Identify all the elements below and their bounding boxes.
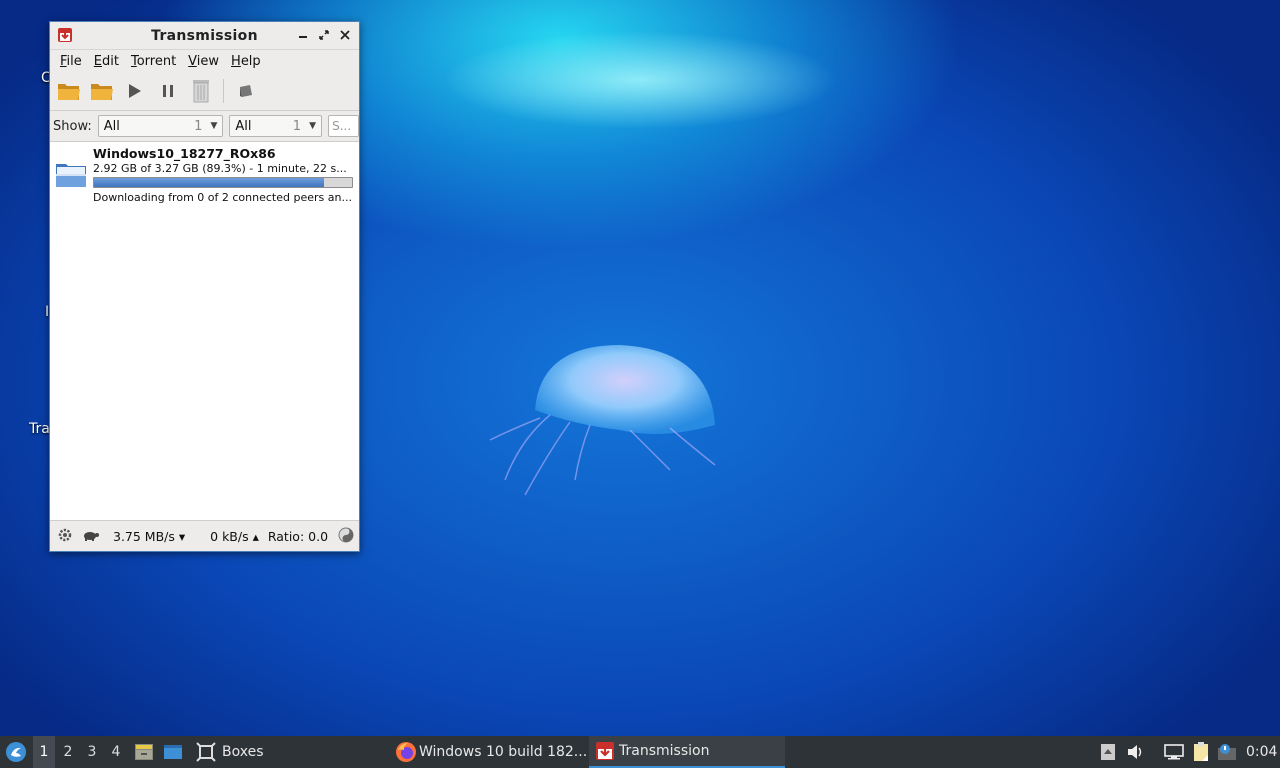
task-boxes[interactable]: Boxes: [190, 736, 270, 768]
properties-button[interactable]: [233, 78, 259, 104]
folder-open-icon: [58, 84, 80, 100]
desktop-icon-label-fragment[interactable]: Tra: [29, 421, 50, 437]
torrent-status-text: Downloading from 0 of 2 connected peers …: [93, 191, 352, 204]
app-menu-button[interactable]: [4, 736, 28, 768]
window-title: Transmission: [151, 27, 258, 44]
volume-icon[interactable]: [1126, 736, 1146, 768]
trash-icon: [193, 80, 209, 103]
firefox-icon: [396, 742, 416, 762]
properties-icon: [240, 85, 252, 97]
clipboard-icon[interactable]: [1190, 736, 1212, 768]
start-button[interactable]: [122, 78, 148, 104]
file-cabinet-icon: [135, 744, 153, 760]
workspace-4[interactable]: 4: [105, 736, 127, 768]
folder-open-icon: [91, 84, 113, 100]
pause-button[interactable]: [155, 78, 181, 104]
notification-icon[interactable]: [1216, 736, 1238, 768]
torrent-name: Windows10_18277_ROx86: [93, 146, 276, 161]
show-desktop-button[interactable]: [162, 736, 184, 768]
clock[interactable]: 0:04: [1246, 736, 1277, 768]
transmission-app-icon: [596, 742, 614, 760]
menu-file[interactable]: File: [54, 54, 88, 69]
ratio-text: Ratio: 0.0: [267, 528, 329, 544]
progress-bar-fill: [94, 178, 325, 187]
jellyfish-wallpaper: [489, 345, 716, 496]
download-speed[interactable]: 3.75 MB/s ▾: [113, 529, 185, 544]
workspace-1[interactable]: 1: [33, 736, 55, 768]
taskbar: 1 2 3 4 Boxes Windows 10 build 182... Tr…: [0, 736, 1280, 768]
task-firefox-label: Windows 10 build 182...: [419, 744, 588, 760]
window-titlebar[interactable]: Transmission: [50, 22, 359, 50]
menu-torrent[interactable]: Torrent: [125, 54, 182, 69]
tracker-filter-count: 1: [292, 118, 302, 134]
transmission-window: Transmission File Edit Torrent View Help: [49, 21, 360, 552]
task-transmission[interactable]: Transmission: [589, 736, 785, 768]
desktop-icon: [164, 745, 182, 759]
task-firefox[interactable]: Windows 10 build 182...: [389, 736, 593, 768]
statusbar: 3.75 MB/s ▾ 0 kB/s ▴ Ratio: 0.0: [50, 520, 359, 551]
open-url-button[interactable]: [89, 78, 115, 104]
torrent-progress-bar: [93, 177, 353, 188]
transmission-app-icon[interactable]: [57, 27, 73, 47]
toolbar-separator: [223, 79, 224, 103]
chevron-down-icon: ▼: [309, 121, 317, 131]
file-manager-launcher[interactable]: [133, 736, 155, 768]
boxes-icon: [196, 742, 216, 762]
activity-filter-count: 1: [194, 118, 203, 134]
pause-icon: [163, 85, 173, 97]
activity-filter-select[interactable]: All 1 ▼: [97, 115, 224, 137]
gear-icon[interactable]: [57, 527, 73, 546]
menu-view[interactable]: View: [182, 54, 225, 69]
menu-help[interactable]: Help: [225, 54, 267, 69]
task-boxes-label: Boxes: [222, 744, 264, 760]
play-icon: [129, 84, 141, 98]
remove-button[interactable]: [188, 78, 214, 104]
workspace-2[interactable]: 2: [57, 736, 79, 768]
open-torrent-button[interactable]: [56, 78, 82, 104]
upload-speed[interactable]: 0 kB/s ▴: [210, 529, 259, 544]
chevron-down-icon: ▼: [210, 121, 218, 131]
lxqt-logo-icon: [6, 742, 26, 762]
tray-expand-icon[interactable]: [1099, 736, 1117, 768]
show-label: Show:: [53, 118, 92, 134]
menubar: File Edit Torrent View Help: [50, 50, 359, 72]
network-icon[interactable]: [1163, 736, 1185, 768]
close-icon[interactable]: [336, 26, 354, 44]
tracker-filter-select[interactable]: All 1 ▼: [229, 115, 323, 137]
task-transmission-label: Transmission: [619, 743, 710, 759]
workspace-3[interactable]: 3: [81, 736, 103, 768]
torrent-progress-text: 2.92 GB of 3.27 GB (89.3%) - 1 minute, 2…: [93, 162, 347, 175]
filter-bar: Show: All 1 ▼ All 1 ▼ S...: [50, 111, 359, 142]
torrent-list: Windows10_18277_ROx86 2.92 GB of 3.27 GB…: [50, 142, 359, 519]
ratio-mode-icon[interactable]: [338, 527, 354, 546]
activity-filter-value: All: [103, 118, 120, 134]
minimize-icon[interactable]: [294, 26, 312, 44]
torrent-row[interactable]: Windows10_18277_ROx86 2.92 GB of 3.27 GB…: [50, 142, 359, 206]
menu-edit[interactable]: Edit: [88, 54, 125, 69]
maximize-icon[interactable]: [315, 26, 333, 44]
toolbar: [50, 72, 359, 111]
turtle-icon[interactable]: [83, 529, 99, 544]
search-input[interactable]: S...: [328, 115, 359, 137]
tracker-filter-value: All: [235, 118, 252, 134]
folder-icon: [55, 160, 87, 192]
